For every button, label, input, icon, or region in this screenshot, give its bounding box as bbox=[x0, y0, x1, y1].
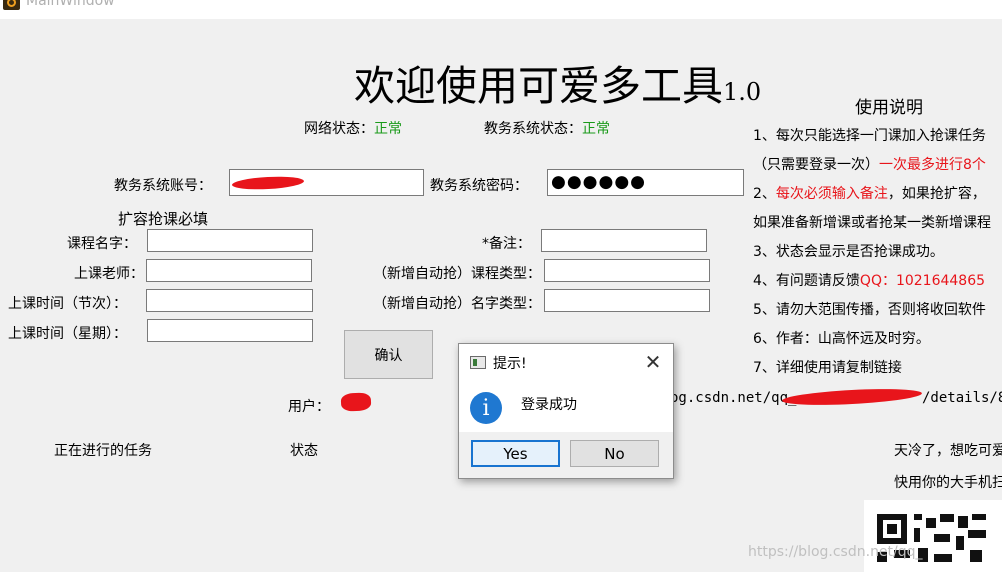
teacher-label: 上课老师： bbox=[74, 266, 144, 282]
user-label: 用户： bbox=[288, 399, 330, 415]
welcome-heading: 欢迎使用可爱多工具1.0 bbox=[354, 52, 761, 112]
time-weekday-label: 上课时间（星期）： bbox=[8, 326, 127, 342]
redacted-scribble bbox=[231, 175, 305, 191]
instruction-line: 4、有问题请反馈QQ：1021644865 bbox=[753, 270, 985, 290]
course-name-input[interactable] bbox=[147, 229, 313, 252]
instruction-highlight: 每次必须输入备注 bbox=[775, 186, 888, 202]
section-title: 扩容抢课必填 bbox=[118, 210, 209, 228]
instruction-line: 2、每次必须输入备注，如果抢扩容， bbox=[753, 183, 986, 203]
instruction-line: 1、每次只能选择一门课加入抢课任务 bbox=[753, 128, 986, 144]
remark-label: *备注： bbox=[482, 236, 531, 252]
system-status: 教务系统状态：正常 bbox=[484, 118, 610, 138]
password-input[interactable]: ●●●●●● bbox=[547, 169, 744, 196]
system-status-value: 正常 bbox=[582, 121, 610, 137]
instructions-title: 使用说明 bbox=[855, 98, 923, 118]
login-success-dialog: 提示! ✕ i 登录成功 Yes No bbox=[458, 343, 674, 479]
instruction-text: 4、有问题请反馈 bbox=[753, 273, 860, 289]
course-type-label: （新增自动抢）课程类型： bbox=[373, 266, 541, 282]
time-section-label: 上课时间（节次）： bbox=[8, 296, 127, 312]
account-input[interactable] bbox=[229, 169, 424, 196]
user-redacted-scribble bbox=[340, 392, 372, 412]
close-icon[interactable]: ✕ bbox=[642, 350, 664, 374]
running-tasks-label: 正在进行的任务 bbox=[54, 443, 152, 459]
instruction-line: 6、作者：山高怀远及时穷。 bbox=[753, 331, 930, 347]
password-label: 教务系统密码： bbox=[430, 178, 528, 194]
instruction-line: 3、状态会显示是否抢课成功。 bbox=[753, 244, 944, 260]
course-type-input[interactable] bbox=[544, 259, 710, 282]
remark-input[interactable] bbox=[541, 229, 707, 252]
network-status-value: 正常 bbox=[374, 121, 402, 137]
network-status: 网络状态：正常 bbox=[304, 118, 402, 138]
window-title: MainWindow bbox=[26, 0, 115, 9]
teacher-input[interactable] bbox=[146, 259, 312, 282]
link-redacted-scribble bbox=[781, 386, 923, 408]
instruction-text: （只需要登录一次） bbox=[753, 157, 879, 173]
account-label: 教务系统账号： bbox=[114, 178, 212, 194]
course-name-label: 课程名字： bbox=[67, 236, 137, 252]
system-status-label: 教务系统状态： bbox=[484, 121, 582, 137]
info-icon: i bbox=[470, 392, 502, 424]
no-button[interactable]: No bbox=[570, 440, 659, 467]
network-status-label: 网络状态： bbox=[304, 121, 374, 137]
instruction-line: 5、请勿大范围传播，否则将收回软件 bbox=[753, 302, 986, 318]
dialog-message: 登录成功 bbox=[521, 397, 577, 413]
qq-contact: QQ：1021644865 bbox=[859, 273, 986, 289]
name-type-label: （新增自动抢）名字类型： bbox=[373, 296, 541, 312]
csdn-watermark: https://blog.csdn.net/qq_ bbox=[748, 544, 923, 560]
instruction-line: 如果准备新增课或者抢某一类新增课程 bbox=[753, 215, 991, 231]
instruction-text: 2、 bbox=[753, 186, 776, 202]
qr-code-image bbox=[864, 500, 1002, 572]
dialog-window-icon bbox=[470, 356, 486, 369]
csdn-link-tail: /details/8 bbox=[922, 390, 1002, 406]
task-status-label: 状态 bbox=[290, 443, 318, 459]
app-icon bbox=[3, 0, 20, 10]
yes-button[interactable]: Yes bbox=[471, 440, 560, 467]
password-dots: ●●●●●● bbox=[551, 172, 647, 192]
instruction-line: （只需要登录一次）一次最多进行8个 bbox=[753, 154, 986, 174]
window-titlebar bbox=[0, 0, 1002, 19]
csdn-link[interactable]: og.csdn.net/qq_ bbox=[670, 390, 796, 406]
instruction-text: ，如果抢扩容， bbox=[887, 186, 986, 202]
promo-line-2: 快用你的大手机扫 bbox=[894, 475, 1002, 491]
welcome-text: 欢迎使用可爱多工具 bbox=[354, 62, 723, 110]
instruction-highlight: 一次最多进行8个 bbox=[879, 157, 986, 173]
dialog-title: 提示! bbox=[493, 356, 527, 372]
confirm-button[interactable]: 确认 bbox=[344, 330, 433, 379]
time-section-input[interactable] bbox=[146, 289, 313, 312]
time-weekday-input[interactable] bbox=[147, 319, 313, 342]
dialog-button-bar: Yes No bbox=[459, 432, 673, 478]
name-type-input[interactable] bbox=[544, 289, 710, 312]
instruction-line: 7、详细使用请复制链接 bbox=[753, 360, 902, 376]
version-label: 1.0 bbox=[723, 78, 762, 106]
promo-line-1: 天冷了，想吃可爱 bbox=[894, 443, 1002, 459]
